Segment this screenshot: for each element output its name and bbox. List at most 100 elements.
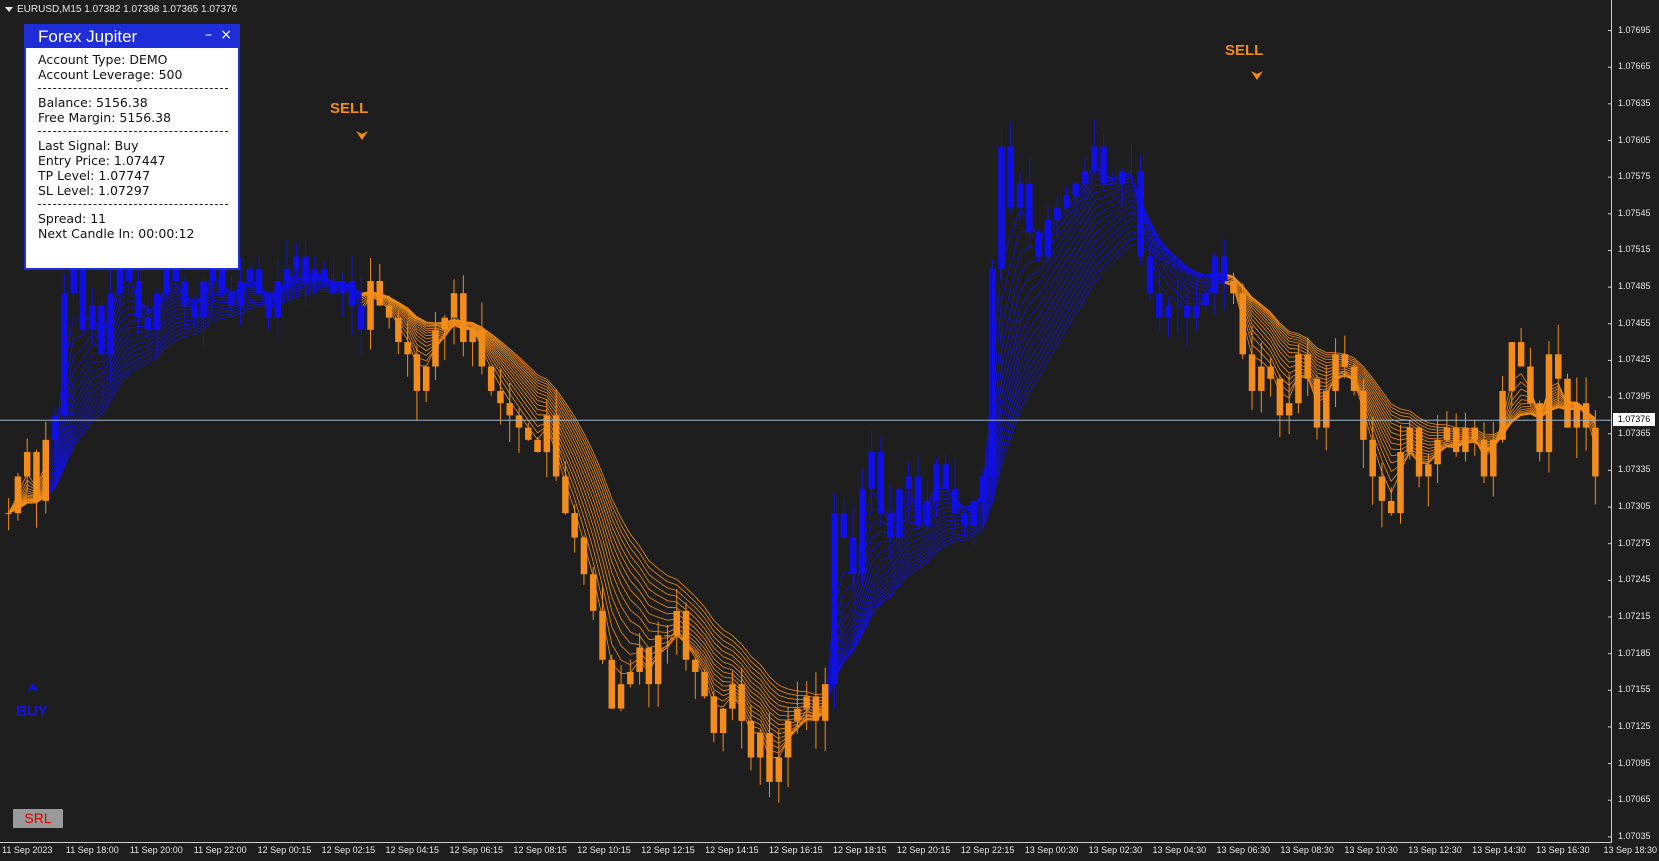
ma-ribbon-line bbox=[1038, 360, 1049, 378]
ma-ribbon-line bbox=[1121, 224, 1132, 233]
ma-ribbon-line bbox=[1094, 203, 1104, 210]
price-tick-label: 1.07275 bbox=[1618, 537, 1651, 548]
ma-ribbon-line bbox=[1316, 349, 1327, 356]
candle-body bbox=[61, 293, 68, 416]
ma-ribbon-line bbox=[936, 544, 947, 552]
ma-ribbon-line bbox=[955, 536, 965, 539]
ma-ribbon-line bbox=[639, 545, 650, 561]
ma-ribbon-line bbox=[1001, 390, 1012, 424]
candle-body bbox=[1109, 183, 1117, 185]
ma-ribbon-line bbox=[1029, 353, 1039, 369]
sell-signal-label: SELL bbox=[330, 100, 369, 117]
candle-body bbox=[172, 268, 179, 281]
price-tick-label: 1.07065 bbox=[1618, 794, 1651, 805]
time-tick-label: 12 Sep 02:15 bbox=[321, 845, 376, 855]
ma-ribbon-line bbox=[861, 580, 872, 610]
candle-body bbox=[840, 513, 848, 538]
ma-ribbon-line bbox=[1196, 280, 1206, 284]
candle-body bbox=[441, 317, 449, 330]
ma-ribbon-line bbox=[314, 284, 325, 286]
candle-body bbox=[357, 305, 365, 330]
ma-ribbon-line bbox=[119, 373, 130, 385]
ma-ribbon-line bbox=[129, 348, 139, 354]
ma-ribbon-line bbox=[110, 369, 121, 389]
ma-ribbon-line bbox=[1112, 218, 1123, 228]
ma-ribbon-line bbox=[639, 599, 650, 614]
ma-ribbon-line bbox=[156, 333, 167, 344]
ma-ribbon-line bbox=[945, 527, 956, 531]
ma-ribbon-line bbox=[1019, 338, 1030, 359]
candle-body bbox=[1100, 146, 1107, 184]
candle-body bbox=[367, 281, 374, 330]
ma-ribbon-line bbox=[630, 589, 640, 600]
price-tick-label: 1.07515 bbox=[1618, 244, 1651, 255]
ma-ribbon-line bbox=[1075, 200, 1086, 214]
ma-ribbon-line bbox=[565, 424, 576, 443]
ma-ribbon-line bbox=[222, 310, 232, 313]
ma-ribbon-line bbox=[917, 555, 928, 564]
ma-ribbon-line bbox=[685, 592, 696, 603]
ma-ribbon-line bbox=[1094, 233, 1104, 243]
ma-ribbon-line bbox=[639, 582, 650, 598]
candle-body bbox=[422, 366, 430, 391]
candle-body bbox=[868, 452, 875, 489]
ma-ribbon-line bbox=[1103, 233, 1114, 243]
ma-ribbon-line bbox=[1001, 309, 1012, 351]
ma-ribbon-line bbox=[1084, 267, 1095, 284]
srl-button[interactable]: SRL bbox=[13, 809, 63, 828]
ma-ribbon-line bbox=[889, 555, 900, 570]
symbol-title-text: EURUSD,M15 1.07382 1.07398 1.07365 1.073… bbox=[17, 4, 238, 15]
ma-ribbon-line bbox=[1261, 329, 1271, 341]
candle-body bbox=[1443, 427, 1451, 440]
ma-ribbon-line bbox=[713, 636, 724, 647]
ma-ribbon-line bbox=[314, 287, 325, 289]
menu-triangle-icon[interactable] bbox=[5, 6, 13, 12]
ma-ribbon-line bbox=[1428, 431, 1438, 434]
ma-ribbon-line bbox=[778, 704, 789, 708]
price-tick-label: 1.07575 bbox=[1618, 171, 1651, 182]
ma-ribbon-line bbox=[722, 640, 733, 646]
ma-ribbon-line bbox=[1075, 224, 1086, 238]
time-tick-label: 13 Sep 02:30 bbox=[1088, 845, 1143, 855]
ma-ribbon-line bbox=[630, 540, 640, 554]
ma-ribbon-line bbox=[314, 285, 325, 288]
ma-ribbon-line bbox=[1186, 295, 1197, 300]
price-tick-label: 1.07485 bbox=[1618, 281, 1651, 292]
panel-header[interactable]: Forex Jupiter – × bbox=[26, 26, 238, 48]
ma-ribbon-line bbox=[769, 686, 780, 696]
candle-body bbox=[924, 500, 931, 526]
ma-ribbon-line bbox=[1521, 409, 1531, 412]
ma-ribbon-line bbox=[1409, 420, 1420, 428]
candle-body bbox=[469, 329, 476, 343]
ma-ribbon-line bbox=[565, 428, 576, 448]
ma-ribbon-line bbox=[518, 400, 529, 414]
ma-ribbon-line bbox=[1029, 305, 1039, 317]
ma-ribbon-line bbox=[1112, 183, 1123, 190]
ma-ribbon-line bbox=[537, 388, 547, 394]
ma-ribbon-line bbox=[1029, 282, 1039, 292]
ma-ribbon-line bbox=[184, 323, 195, 326]
ma-ribbon-line bbox=[1381, 396, 1392, 412]
ma-ribbon-line bbox=[1094, 249, 1104, 260]
candle-body bbox=[1323, 390, 1330, 428]
ma-ribbon-line bbox=[694, 617, 705, 629]
minimize-icon[interactable]: – bbox=[205, 27, 212, 43]
ma-ribbon-line bbox=[1019, 358, 1030, 379]
candle-body bbox=[1592, 427, 1599, 477]
ma-ribbon-line bbox=[778, 699, 789, 704]
ma-ribbon-line bbox=[1121, 237, 1132, 247]
ma-ribbon-line bbox=[1075, 258, 1086, 274]
ma-ribbon-line bbox=[1056, 269, 1067, 285]
ma-ribbon-line bbox=[91, 386, 102, 393]
candle-body bbox=[1165, 305, 1172, 318]
ma-ribbon-line bbox=[936, 541, 947, 549]
close-icon[interactable]: × bbox=[220, 27, 232, 43]
candle-body bbox=[1415, 427, 1423, 477]
candle-body bbox=[5, 513, 12, 515]
ma-ribbon-line bbox=[1047, 312, 1058, 329]
ma-ribbon-line bbox=[694, 623, 705, 635]
time-tick-label: 12 Sep 20:15 bbox=[896, 845, 951, 855]
candle-body bbox=[487, 366, 495, 391]
ma-ribbon-line bbox=[119, 313, 130, 324]
chart-area[interactable]: EURUSD,M15 1.07382 1.07398 1.07365 1.073… bbox=[0, 0, 1612, 843]
